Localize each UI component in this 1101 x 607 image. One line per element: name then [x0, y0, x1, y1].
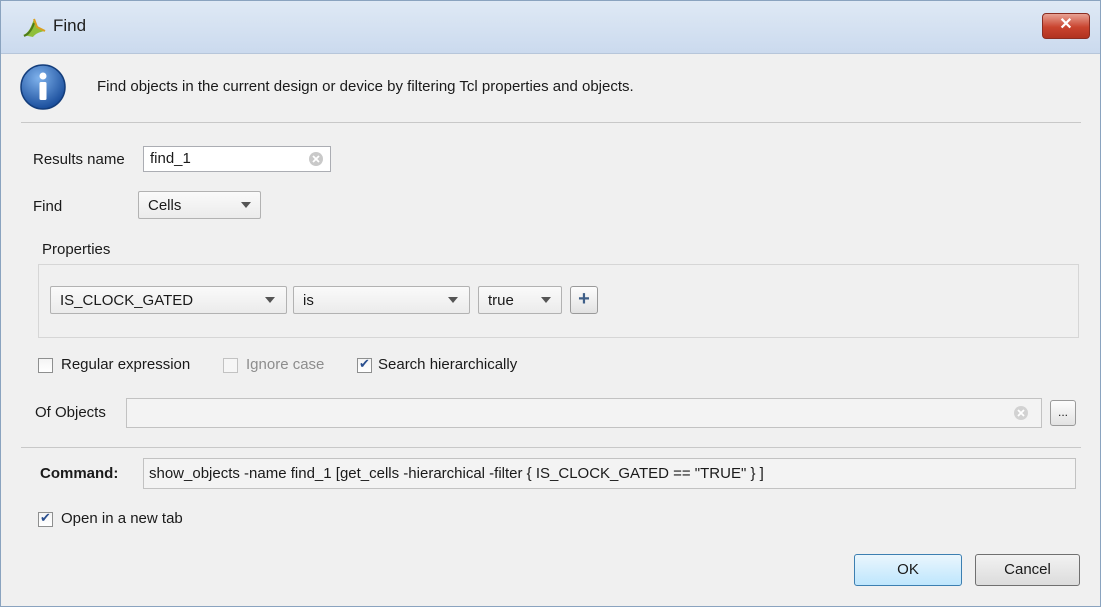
open-new-tab-checkbox[interactable] [38, 510, 53, 527]
regex-label: Regular expression [61, 356, 191, 373]
open-new-tab-label: Open in a new tab [61, 510, 183, 527]
close-button[interactable]: ✕ [1042, 13, 1090, 39]
clear-icon[interactable] [308, 151, 324, 167]
chevron-down-icon [541, 297, 551, 303]
dialog-content: Find objects in the current design or de… [9, 54, 1092, 598]
find-type-dropdown[interactable]: Cells [138, 191, 261, 219]
ellipsis-icon: ... [1057, 405, 1068, 419]
browse-objects-button[interactable]: ... [1050, 400, 1076, 426]
command-value: show_objects -name find_1 [get_cells -hi… [149, 465, 764, 482]
search-hierarchically-checkbox[interactable] [357, 356, 372, 373]
ignore-case-label: Ignore case [246, 356, 325, 373]
chevron-down-icon [448, 297, 458, 303]
property-value-dropdown[interactable]: true [478, 286, 562, 314]
plus-icon: + [578, 288, 590, 310]
find-label: Find [33, 198, 63, 215]
vivado-app-icon [23, 18, 46, 37]
ignore-case-checkbox[interactable] [223, 358, 238, 373]
property-name-dropdown[interactable]: IS_CLOCK_GATED [50, 286, 287, 314]
close-icon: ✕ [1059, 16, 1073, 33]
of-objects-input[interactable] [126, 398, 1042, 428]
clear-icon[interactable] [1013, 405, 1029, 421]
chevron-down-icon [241, 202, 251, 208]
results-name-label: Results name [33, 151, 125, 168]
property-operator-value: is [303, 292, 314, 309]
ok-button[interactable]: OK [854, 554, 962, 586]
find-dialog: Find ✕ Find objects in the current desig… [0, 0, 1101, 607]
property-name-value: IS_CLOCK_GATED [60, 292, 194, 309]
search-hierarchically-label: Search hierarchically [378, 356, 518, 373]
command-label: Command: [40, 465, 119, 482]
properties-label: Properties [42, 241, 111, 258]
info-message: Find objects in the current design or de… [97, 78, 634, 95]
divider [21, 447, 1081, 448]
of-objects-label: Of Objects [35, 404, 106, 421]
property-operator-dropdown[interactable]: is [293, 286, 470, 314]
find-type-value: Cells [148, 197, 182, 214]
results-name-value: find_1 [150, 150, 191, 167]
cancel-button[interactable]: Cancel [975, 554, 1080, 586]
info-icon [20, 64, 66, 110]
chevron-down-icon [265, 297, 275, 303]
command-field[interactable]: show_objects -name find_1 [get_cells -hi… [143, 458, 1076, 489]
regex-checkbox[interactable] [38, 358, 53, 373]
divider [21, 122, 1081, 123]
results-name-input[interactable]: find_1 [143, 146, 331, 172]
property-value-value: true [488, 292, 514, 309]
add-filter-button[interactable]: + [570, 286, 598, 314]
window-title: Find [53, 16, 87, 35]
title-bar: Find ✕ [1, 1, 1100, 54]
